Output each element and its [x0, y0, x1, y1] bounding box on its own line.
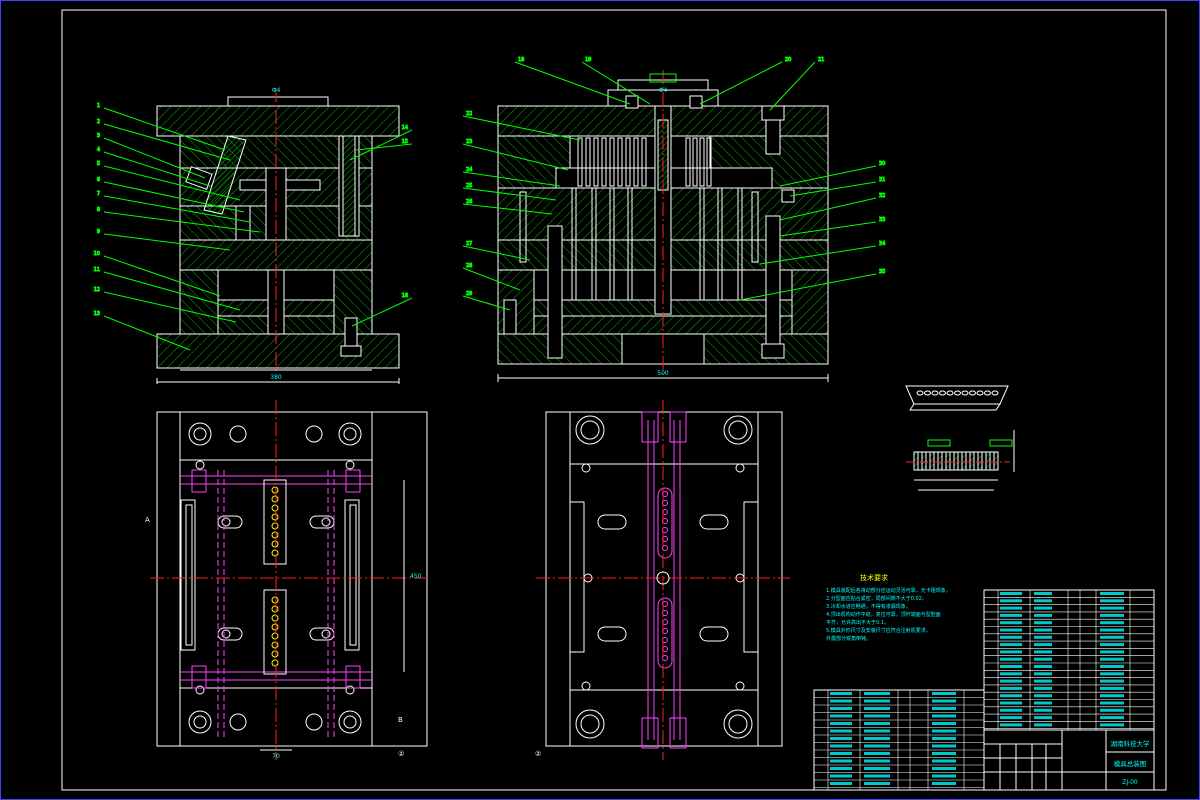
view-label-right: ② [535, 750, 541, 758]
technical-requirements: 技术要求 1.模具装配后各滑动部分应运动灵活可靠，无卡阻现象。2.分型面应贴合紧… [826, 573, 951, 642]
section-mark-b: B [398, 716, 403, 724]
part-balloon: 5 [97, 161, 100, 167]
left-plan-view: 450 70 A B ② [145, 400, 430, 760]
part-balloon: 24 [466, 167, 472, 173]
left-width-dim: 380 [270, 374, 282, 381]
part-balloon: 15 [402, 139, 408, 145]
part-balloon: 29 [466, 291, 472, 297]
part-balloon: 30 [879, 161, 885, 167]
right-width-dim: 500 [657, 370, 669, 377]
right-plan-view: ② [535, 400, 790, 760]
cad-drawing[interactable]: 380 Φ4 12345678910111213141516 500 Φ4 18… [0, 0, 1200, 800]
drawing-name: 模具总装图 [1114, 759, 1147, 768]
school-name: 湖南科技大学 [1111, 739, 1151, 748]
part-balloon: 28 [466, 263, 472, 269]
part-width-dim: 70 [272, 753, 280, 760]
part-balloon: 19 [585, 57, 591, 63]
part-balloon: 11 [94, 267, 100, 273]
part-balloon: 2 [97, 119, 100, 125]
part-balloon: 6 [97, 177, 100, 183]
tech-req-line: 外露部分锐角倒钝。 [826, 635, 871, 642]
part-balloon: 27 [466, 241, 472, 247]
part-balloon: 26 [466, 199, 472, 205]
part-balloon: 3 [97, 133, 100, 139]
part-balloon: 25 [466, 183, 472, 189]
part-balloon: 7 [97, 191, 100, 197]
section-mark-a: A [145, 516, 150, 524]
view-label-left: ② [398, 750, 404, 758]
tech-req-line: 5.模具外形尺寸及安装尺寸应符合注射机要求， [826, 627, 931, 634]
left-top-dim: Φ4 [272, 87, 281, 94]
part-balloon: 21 [818, 57, 824, 63]
part-balloon: 9 [97, 229, 100, 235]
part-balloon: 13 [94, 311, 100, 317]
part-balloon: 16 [402, 293, 408, 299]
part-balloon: 12 [94, 287, 100, 293]
part-balloon: 23 [466, 139, 472, 145]
part-balloon: 33 [879, 217, 885, 223]
part-balloon: 32 [879, 193, 885, 199]
part-balloon: 18 [518, 57, 524, 63]
title-block: 湖南科技大学 模具总装图 ZJ-00 [983, 729, 1155, 791]
part-balloon: 14 [402, 125, 408, 131]
parts-list-right [983, 589, 1155, 731]
part-section [906, 430, 1015, 491]
tech-req-line: 4.顶出机构动作平稳，复位可靠，顶杆端面与型腔面 [826, 611, 941, 618]
tech-req-title: 技术要求 [860, 573, 888, 582]
tech-req-line: 2.分型面应贴合紧密，局部间隙不大于0.02。 [826, 595, 927, 602]
part-balloon: 22 [466, 111, 472, 117]
left-section-view: 380 Φ4 [156, 87, 400, 384]
drawing-number: ZJ-00 [1122, 779, 1138, 786]
tech-req-line: 平齐，允许高出不大于0.1。 [826, 619, 889, 626]
part-balloon: 8 [97, 207, 100, 213]
parts-list-left [813, 689, 985, 791]
right-section-view: 500 Φ4 [497, 70, 829, 382]
part-balloon: 34 [879, 241, 885, 247]
right-top-dim: Φ4 [659, 87, 668, 94]
part-balloon: 35 [879, 269, 885, 275]
part-balloon: 10 [94, 251, 100, 257]
tech-req-line: 1.模具装配后各滑动部分应运动灵活可靠，无卡阻现象。 [826, 587, 951, 594]
part-isometric [905, 385, 1009, 411]
part-balloon: 31 [879, 177, 885, 183]
part-balloon: 20 [785, 57, 791, 63]
part-balloon: 4 [97, 147, 100, 153]
tech-req-line: 3.冷却水道应畅通，不得有渗漏现象。 [826, 603, 911, 610]
part-balloon: 1 [97, 103, 100, 109]
plan-height-dim: 450 [410, 573, 422, 580]
